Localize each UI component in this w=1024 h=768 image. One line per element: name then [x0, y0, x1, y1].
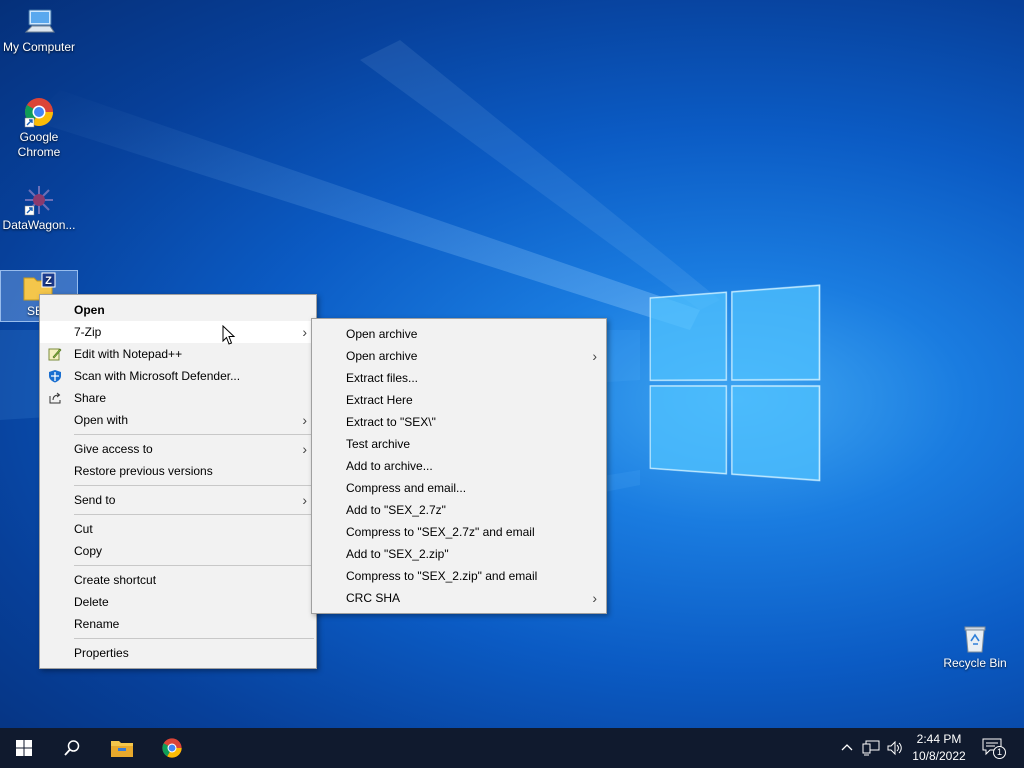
chevron-right-icon: › [302, 438, 307, 460]
notification-center-button[interactable]: 1 [980, 736, 1006, 760]
desktop-icon-recycle-bin[interactable]: Recycle Bin [936, 624, 1014, 671]
notification-badge: 1 [993, 746, 1006, 759]
chevron-right-icon: › [592, 345, 597, 367]
zip-item-open-archive[interactable]: Open archive [312, 323, 606, 345]
menu-separator [74, 434, 314, 435]
network-icon[interactable] [862, 740, 880, 756]
start-button[interactable] [0, 728, 48, 768]
defender-icon [48, 369, 62, 383]
desktop-icon-label: My Computer [3, 40, 75, 54]
menu-item-scan-defender[interactable]: Scan with Microsoft Defender... [40, 365, 316, 387]
menu-item-send-to[interactable]: Send to › [40, 489, 316, 511]
mouse-cursor-icon [222, 325, 236, 346]
desktop-icon-label: DataWagon... [3, 218, 76, 232]
clock-time: 2:44 PM [906, 732, 972, 746]
chrome-icon [161, 737, 183, 759]
zip-item-compress-zip-email[interactable]: Compress to "SEX_2.zip" and email [312, 565, 606, 587]
menu-item-restore-versions[interactable]: Restore previous versions [40, 460, 316, 482]
clock-date: 10/8/2022 [906, 749, 972, 763]
svg-text:Z: Z [45, 275, 52, 287]
menu-item-cut[interactable]: Cut [40, 518, 316, 540]
menu-item-share[interactable]: Share [40, 387, 316, 409]
zip-item-extract-files[interactable]: Extract files... [312, 367, 606, 389]
menu-item-copy[interactable]: Copy [40, 540, 316, 562]
share-icon [48, 391, 62, 405]
zip-item-extract-here[interactable]: Extract Here [312, 389, 606, 411]
chevron-right-icon: › [302, 321, 307, 343]
zip-item-open-archive-submenu[interactable]: Open archive › [312, 345, 606, 367]
zip-item-compress-email[interactable]: Compress and email... [312, 477, 606, 499]
desktop-icon-google-chrome[interactable]: Google Chrome [0, 96, 78, 160]
zip-item-crc-sha[interactable]: CRC SHA › [312, 587, 606, 609]
zip-item-compress-7z-email[interactable]: Compress to "SEX_2.7z" and email [312, 521, 606, 543]
volume-icon[interactable] [886, 740, 904, 756]
context-menu: Open 7-Zip › Edit with Notepad++ Scan wi… [39, 294, 317, 669]
chevron-up-icon[interactable] [840, 741, 854, 755]
menu-item-open[interactable]: Open [40, 299, 316, 321]
menu-item-open-with[interactable]: Open with › [40, 409, 316, 431]
menu-item-create-shortcut[interactable]: Create shortcut [40, 569, 316, 591]
notepadpp-icon [48, 347, 62, 361]
windows-start-icon [16, 740, 32, 756]
file-explorer-icon [110, 738, 134, 758]
datawagon-icon [23, 184, 55, 216]
menu-separator [74, 565, 314, 566]
menu-item-give-access[interactable]: Give access to › [40, 438, 316, 460]
zip-item-test-archive[interactable]: Test archive [312, 433, 606, 455]
zip-item-add-7z[interactable]: Add to "SEX_2.7z" [312, 499, 606, 521]
file-explorer-button[interactable] [98, 728, 146, 768]
desktop-icon-label: Google Chrome [14, 130, 64, 160]
chrome-button[interactable] [148, 728, 196, 768]
search-button[interactable] [48, 728, 96, 768]
search-icon [63, 739, 81, 757]
menu-separator [74, 638, 314, 639]
menu-separator [74, 485, 314, 486]
7zip-submenu: Open archive Open archive › Extract file… [311, 318, 607, 614]
menu-separator [74, 514, 314, 515]
chrome-icon [23, 96, 55, 128]
chevron-right-icon: › [302, 489, 307, 511]
menu-item-delete[interactable]: Delete [40, 591, 316, 613]
zip-item-extract-to[interactable]: Extract to "SEX\" [312, 411, 606, 433]
zip-item-add-to-archive[interactable]: Add to archive... [312, 455, 606, 477]
menu-item-properties[interactable]: Properties [40, 642, 316, 664]
recycle-bin-icon [960, 624, 990, 654]
windows-logo-wallpaper [649, 283, 824, 487]
clock[interactable]: 2:44 PM 10/8/2022 [906, 732, 972, 763]
menu-item-rename[interactable]: Rename [40, 613, 316, 635]
menu-item-7zip[interactable]: 7-Zip › [40, 321, 316, 343]
desktop-icon-my-computer[interactable]: My Computer [0, 6, 78, 55]
computer-icon [23, 6, 55, 38]
chevron-right-icon: › [302, 409, 307, 431]
desktop-icon-label: Recycle Bin [943, 656, 1006, 670]
taskbar: 2:44 PM 10/8/2022 1 [0, 728, 1024, 768]
zip-item-add-zip[interactable]: Add to "SEX_2.zip" [312, 543, 606, 565]
chevron-right-icon: › [592, 587, 597, 609]
menu-item-edit-notepadpp[interactable]: Edit with Notepad++ [40, 343, 316, 365]
desktop-icon-datawagon[interactable]: DataWagon... [0, 184, 78, 233]
